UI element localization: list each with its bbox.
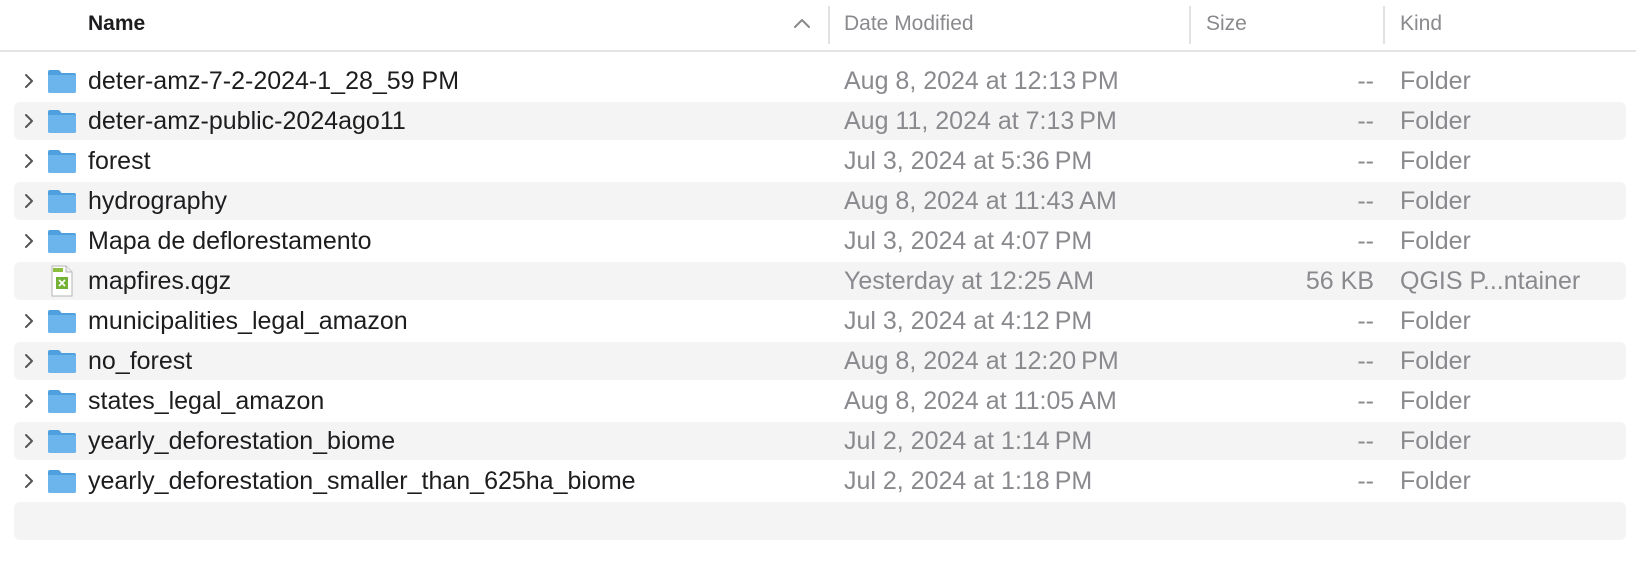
file-row[interactable]: states_legal_amazon Aug 8, 2024 at 11:05 …	[14, 382, 1626, 420]
date-modified: Jul 3, 2024 at 5:36 PM	[844, 147, 1093, 175]
file-kind: Folder	[1400, 307, 1471, 335]
file-name[interactable]: yearly_deforestation_biome	[88, 422, 808, 460]
date-modified: Aug 8, 2024 at 11:05 AM	[844, 387, 1117, 415]
column-header-date-modified[interactable]: Date Modified	[844, 0, 974, 50]
file-kind: QGIS P...ntainer	[1400, 267, 1581, 295]
column-header-size[interactable]: Size	[1206, 0, 1247, 50]
disclosure-triangle-icon[interactable]	[22, 312, 36, 330]
folder-icon	[48, 110, 76, 133]
column-header-kind[interactable]: Kind	[1400, 0, 1442, 50]
date-modified: Yesterday at 12:25 AM	[844, 267, 1095, 295]
file-kind: Folder	[1400, 147, 1471, 175]
folder-icon	[48, 350, 76, 373]
file-kind: Folder	[1400, 387, 1471, 415]
disclosure-triangle-icon[interactable]	[22, 112, 36, 130]
disclosure-triangle-icon[interactable]	[22, 232, 36, 250]
date-modified: Jul 3, 2024 at 4:07 PM	[844, 227, 1093, 255]
folder-icon	[48, 470, 76, 493]
file-kind: Folder	[1400, 227, 1471, 255]
column-divider[interactable]	[1383, 6, 1385, 44]
folder-icon	[48, 150, 76, 173]
file-name[interactable]: yearly_deforestation_smaller_than_625ha_…	[88, 462, 808, 500]
file-name[interactable]: hydrography	[88, 182, 808, 220]
folder-icon	[48, 310, 76, 333]
date-modified: Jul 2, 2024 at 1:18 PM	[844, 467, 1093, 495]
sort-ascending-icon[interactable]	[793, 16, 811, 30]
empty-row	[14, 502, 1626, 540]
file-name[interactable]: forest	[88, 142, 808, 180]
file-kind: Folder	[1400, 427, 1471, 455]
folder-icon	[48, 70, 76, 93]
file-row[interactable]: hydrography Aug 8, 2024 at 11:43 AM -- Fold…	[14, 182, 1626, 220]
folder-icon	[48, 430, 76, 453]
file-row[interactable]: forest Jul 3, 2024 at 5:36 PM -- Folder	[14, 142, 1626, 180]
disclosure-triangle-icon[interactable]	[22, 152, 36, 170]
file-row[interactable]: yearly_deforestation_smaller_than_625ha_…	[14, 462, 1626, 500]
file-row[interactable]: Mapa de deflorestamento Jul 3, 2024 at 4:…	[14, 222, 1626, 260]
file-name[interactable]: municipalities_legal_amazon	[88, 302, 808, 340]
file-kind: Folder	[1400, 67, 1471, 95]
file-kind: Folder	[1400, 107, 1471, 135]
disclosure-triangle-icon[interactable]	[22, 392, 36, 410]
folder-icon	[48, 230, 76, 253]
file-size: --	[1357, 307, 1374, 335]
qgz-file-icon	[51, 265, 73, 297]
date-modified: Aug 11, 2024 at 7:13 PM	[844, 107, 1117, 135]
date-modified: Aug 8, 2024 at 12:20 PM	[844, 347, 1119, 375]
file-name[interactable]: Mapa de deflorestamento	[88, 222, 808, 260]
file-size: --	[1357, 467, 1374, 495]
file-name[interactable]: mapfires.qgz	[88, 262, 808, 300]
file-size: --	[1357, 147, 1374, 175]
file-name[interactable]: deter-amz-public-2024ago11	[88, 102, 808, 140]
file-kind: Folder	[1400, 347, 1471, 375]
column-header-name[interactable]: Name	[88, 0, 145, 50]
file-size: --	[1357, 227, 1374, 255]
column-divider[interactable]	[828, 6, 830, 44]
file-row[interactable]: yearly_deforestation_biome Jul 2, 2024 at…	[14, 422, 1626, 460]
file-name[interactable]: no_forest	[88, 342, 808, 380]
file-row[interactable]: deter-amz-public-2024ago11 Aug 11, 2024 a…	[14, 102, 1626, 140]
file-name[interactable]: states_legal_amazon	[88, 382, 808, 420]
file-size: --	[1357, 347, 1374, 375]
file-row[interactable]: no_forest Aug 8, 2024 at 12:20 PM -- Folder	[14, 342, 1626, 380]
file-row[interactable]: municipalities_legal_amazon Jul 3, 2024 a…	[14, 302, 1626, 340]
folder-icon	[48, 190, 76, 213]
date-modified: Jul 3, 2024 at 4:12 PM	[844, 307, 1093, 335]
disclosure-triangle-icon[interactable]	[22, 472, 36, 490]
date-modified: Jul 2, 2024 at 1:14 PM	[844, 427, 1093, 455]
file-size: --	[1357, 187, 1374, 215]
file-kind: Folder	[1400, 187, 1471, 215]
date-modified: Aug 8, 2024 at 11:43 AM	[844, 187, 1117, 215]
file-size: --	[1357, 107, 1374, 135]
folder-icon	[48, 390, 76, 413]
column-divider[interactable]	[1189, 6, 1191, 44]
disclosure-triangle-icon[interactable]	[22, 432, 36, 450]
file-kind: Folder	[1400, 467, 1471, 495]
file-size: 56 KB	[1305, 267, 1374, 295]
file-row[interactable]: deter-amz-7-2-2024-1_28_59 PM Aug 8, 2024…	[14, 62, 1626, 100]
file-row[interactable]: mapfires.qgz Yesterday at 12:25 AM 56 KB QG…	[14, 262, 1626, 300]
disclosure-triangle-icon[interactable]	[22, 352, 36, 370]
column-header-bar: Name Date Modified Size Kind	[0, 0, 1636, 52]
file-size: --	[1357, 427, 1374, 455]
disclosure-triangle-icon[interactable]	[22, 72, 36, 90]
file-size: --	[1357, 67, 1374, 95]
file-size: --	[1357, 387, 1374, 415]
date-modified: Aug 8, 2024 at 12:13 PM	[844, 67, 1119, 95]
file-name[interactable]: deter-amz-7-2-2024-1_28_59 PM	[88, 62, 808, 100]
disclosure-triangle-icon[interactable]	[22, 192, 36, 210]
